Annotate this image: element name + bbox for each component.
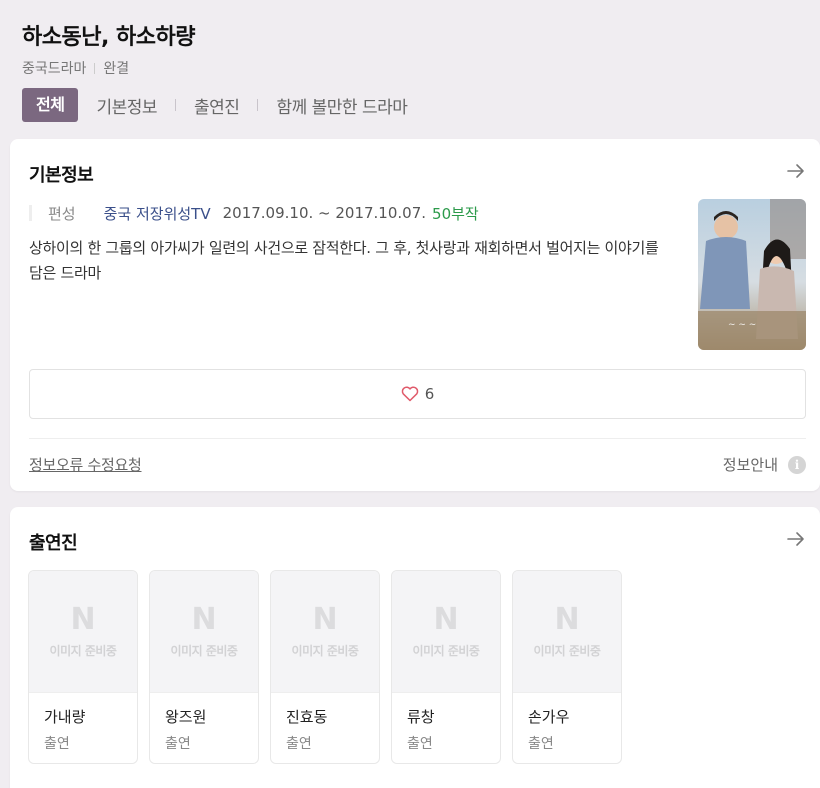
cast-name: 왕즈원 xyxy=(165,708,207,726)
info-icon: i xyxy=(788,455,806,474)
cast-item[interactable]: N 이미지 준비중 왕즈원 출연 xyxy=(149,570,259,764)
cast-list: N 이미지 준비중 가내량 출연 N 이미지 준비중 왕즈원 출연 N 이미지 … xyxy=(28,570,633,764)
cast-card: 출연진 N 이미지 준비중 가내량 출연 N 이미지 준비중 왕즈원 출연 N … xyxy=(10,507,820,788)
tab-basic-info[interactable]: 기본정보 xyxy=(96,93,157,118)
broadcast-label: 편성 xyxy=(48,204,76,223)
naver-n-icon: N xyxy=(433,602,459,637)
basic-info-title: 기본정보 xyxy=(29,165,94,186)
cast-role: 출연 xyxy=(44,736,70,752)
poster-illustration: ~ ~ ~ xyxy=(698,199,806,350)
poster-watermark: ~ ~ ~ xyxy=(728,320,756,330)
cast-item[interactable]: N 이미지 준비중 류창 출연 xyxy=(391,570,501,764)
tab-divider xyxy=(175,99,177,111)
cast-placeholder-image: N 이미지 준비중 xyxy=(150,571,258,693)
no-image-text: 이미지 준비중 xyxy=(291,644,359,658)
cast-placeholder-image: N 이미지 준비중 xyxy=(392,571,500,693)
status-label: 완결 xyxy=(103,61,130,77)
cast-name: 가내량 xyxy=(44,708,86,726)
cast-role: 출연 xyxy=(165,736,191,752)
cast-item[interactable]: N 이미지 준비중 가내량 출연 xyxy=(28,570,138,764)
tab-divider xyxy=(257,99,259,111)
divider xyxy=(29,438,806,439)
cast-role: 출연 xyxy=(286,736,312,752)
tab-cast[interactable]: 출연진 xyxy=(194,93,240,118)
genre-label: 중국드라마 xyxy=(22,61,87,77)
episode-count: 50부작 xyxy=(432,204,479,223)
heart-icon xyxy=(401,386,418,402)
poster-image[interactable]: ~ ~ ~ xyxy=(698,199,806,350)
no-image-text: 이미지 준비중 xyxy=(533,644,601,658)
arrow-right-icon[interactable] xyxy=(786,529,806,549)
no-image-text: 이미지 준비중 xyxy=(170,644,238,658)
cast-item[interactable]: N 이미지 준비중 손가우 출연 xyxy=(512,570,622,764)
like-button[interactable]: 6 xyxy=(29,369,806,419)
report-error-link[interactable]: 정보오류 수정요청 xyxy=(29,454,142,475)
cast-placeholder-image: N 이미지 준비중 xyxy=(513,571,621,693)
cast-name: 진효동 xyxy=(286,708,328,726)
info-guide-label: 정보안내 xyxy=(722,456,778,474)
tab-recommend[interactable]: 함께 볼만한 드라마 xyxy=(276,93,407,118)
naver-n-icon: N xyxy=(70,602,96,637)
arrow-right-icon[interactable] xyxy=(786,161,806,181)
info-bar xyxy=(29,205,32,221)
page-header: 하소동난, 하소하량 중국드라마 완결 전체 기본정보 출연진 함께 볼만한 드… xyxy=(22,22,812,122)
info-guide-button[interactable]: 정보안내 i xyxy=(723,454,806,475)
cast-name: 류창 xyxy=(407,708,435,726)
naver-n-icon: N xyxy=(554,602,580,637)
cast-name: 손가우 xyxy=(528,708,570,726)
cast-item[interactable]: N 이미지 준비중 진효동 출연 xyxy=(270,570,380,764)
tab-bar: 전체 기본정보 출연진 함께 볼만한 드라마 xyxy=(22,88,812,122)
air-dates: 2017.09.10. ~ 2017.10.07. xyxy=(222,204,427,222)
page-title: 하소동난, 하소하량 xyxy=(22,25,195,50)
channel-link[interactable]: 중국 저장위성TV xyxy=(104,203,211,224)
naver-n-icon: N xyxy=(191,602,217,637)
cast-placeholder-image: N 이미지 준비중 xyxy=(29,571,137,693)
no-image-text: 이미지 준비중 xyxy=(412,644,480,658)
synopsis: 상하이의 한 그룹의 아가씨가 일련의 사건으로 잠적한다. 그 후, 첫사랑과… xyxy=(29,239,659,282)
cast-role: 출연 xyxy=(528,736,554,752)
cast-role: 출연 xyxy=(407,736,433,752)
tab-all[interactable]: 전체 xyxy=(22,88,79,122)
broadcast-info: 편성 중국 저장위성TV 2017.09.10. ~ 2017.10.07. 5… xyxy=(29,201,479,225)
no-image-text: 이미지 준비중 xyxy=(49,644,117,658)
meta-divider xyxy=(94,62,96,74)
basic-info-card: 기본정보 편성 중국 저장위성TV 2017.09.10. ~ 2017.10.… xyxy=(10,139,820,491)
cast-placeholder-image: N 이미지 준비중 xyxy=(271,571,379,693)
like-count: 6 xyxy=(424,385,435,403)
title-meta: 중국드라마 완결 xyxy=(22,58,812,78)
naver-n-icon: N xyxy=(312,602,338,637)
cast-title: 출연진 xyxy=(29,533,78,554)
